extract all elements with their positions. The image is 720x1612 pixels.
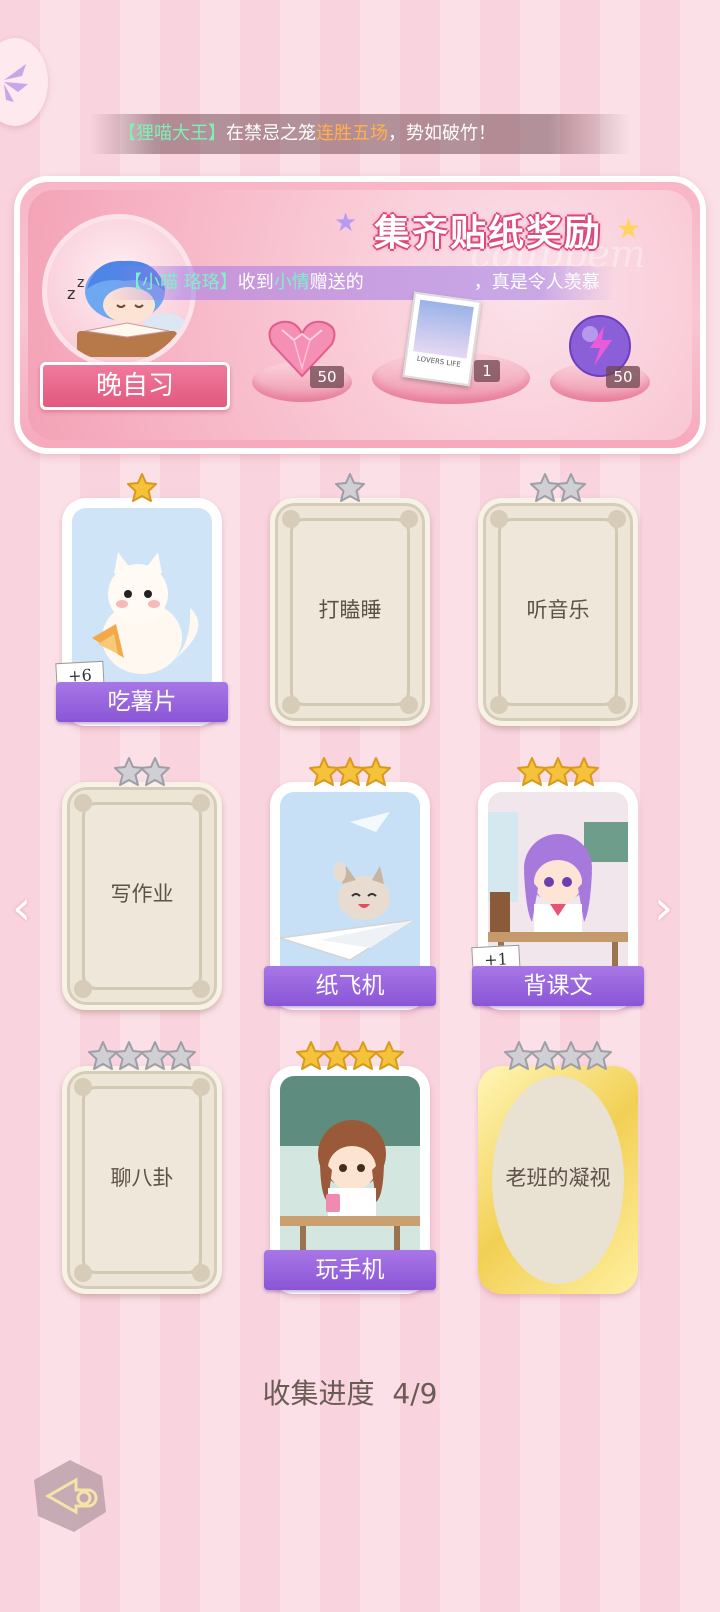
star-rating: [62, 756, 222, 790]
star-icon: [360, 756, 392, 788]
sticker-name: 背课文: [472, 966, 644, 1006]
marquee-mid: 在禁忌之笼: [226, 123, 316, 144]
star-icon: [139, 756, 171, 788]
star-icon: [568, 756, 600, 788]
sticker-name: 老班的凝视: [505, 1166, 611, 1190]
reward-count: 1: [474, 360, 500, 382]
sticker-card[interactable]: 玩手机: [264, 1041, 436, 1294]
star-icon: [126, 472, 158, 504]
marquee-user: 【狸喵大王】: [118, 123, 226, 144]
sticker-card[interactable]: 打瞌睡: [270, 473, 430, 726]
star-rating: [270, 472, 430, 506]
marquee-tail: ，势如破竹！: [388, 123, 496, 144]
sticker-name: 吃薯片: [56, 682, 228, 722]
banner-title: 集齐贴纸奖励: [374, 212, 603, 254]
sticker-name: 打瞌睡: [318, 598, 382, 622]
chevron-right-icon[interactable]: ›: [654, 880, 673, 936]
sticker-image: [280, 1076, 420, 1276]
sticker-name: 聊八卦: [110, 1166, 174, 1190]
theme-ribbon-label: 晚自习: [40, 362, 230, 410]
star-rating: [62, 1040, 222, 1074]
ticket-card-icon[interactable]: LOVERS LIFE: [402, 291, 482, 387]
chevron-left-icon[interactable]: ‹: [12, 880, 31, 936]
reward-count: 50: [310, 366, 344, 388]
svg-text:z: z: [77, 275, 84, 291]
sticker-name: 玩手机: [264, 1250, 436, 1290]
back-button[interactable]: [30, 1456, 110, 1536]
star-decoration-icon: ★: [334, 208, 358, 238]
broadcast-recipient: 小情: [273, 272, 310, 293]
sticker-card[interactable]: 听音乐: [478, 473, 638, 726]
sticker-image: [280, 792, 420, 992]
progress-label: 收集进度: [262, 1377, 375, 1410]
collection-progress: 收集进度 4/9: [0, 1372, 700, 1412]
sticker-name: 纸飞机: [264, 966, 436, 1006]
sticker-card[interactable]: 聊八卦: [62, 1041, 222, 1294]
broadcast-user: 【小喵 珞珞】: [124, 272, 238, 293]
star-icon: [581, 1040, 613, 1072]
star-rating: [478, 472, 638, 506]
sticker-card[interactable]: 老班的凝视: [478, 1041, 638, 1294]
marquee-highlight: 连胜五场: [316, 123, 388, 144]
star-icon: [373, 1040, 405, 1072]
reward-count: 50: [606, 366, 640, 388]
star-rating: [62, 472, 222, 506]
broadcast-text: 收到: [237, 272, 274, 293]
star-rating: [270, 1040, 430, 1074]
announcement-marquee: 【狸喵大王】在禁忌之笼连胜五场，势如破竹！: [90, 114, 630, 154]
sticker-name: 写作业: [110, 882, 174, 906]
sticker-card[interactable]: 纸飞机: [264, 757, 436, 1010]
star-rating: [270, 756, 430, 790]
sticker-name: 听音乐: [526, 598, 590, 622]
broadcast-text: 赠送的: [309, 272, 364, 293]
sticker-card[interactable]: +1 背课文: [471, 757, 644, 1010]
star-icon: [555, 472, 587, 504]
sticker-card[interactable]: +6 吃薯片: [55, 473, 228, 726]
progress-value: 4/9: [392, 1377, 438, 1410]
fan-menu-icon: [4, 64, 28, 102]
back-arrow-icon: [34, 1460, 106, 1532]
sticker-card[interactable]: 写作业: [62, 757, 222, 1010]
star-icon: [334, 472, 366, 504]
svg-text:z: z: [67, 284, 75, 303]
menu-button[interactable]: [0, 38, 48, 126]
gift-broadcast: 【小喵 珞珞】收到小情赠送的 ，真是令人羡慕: [106, 266, 616, 300]
star-rating: [478, 756, 638, 790]
broadcast-text: ，真是令人羡慕: [473, 272, 600, 293]
star-rating: [478, 1040, 638, 1074]
star-icon: [165, 1040, 197, 1072]
